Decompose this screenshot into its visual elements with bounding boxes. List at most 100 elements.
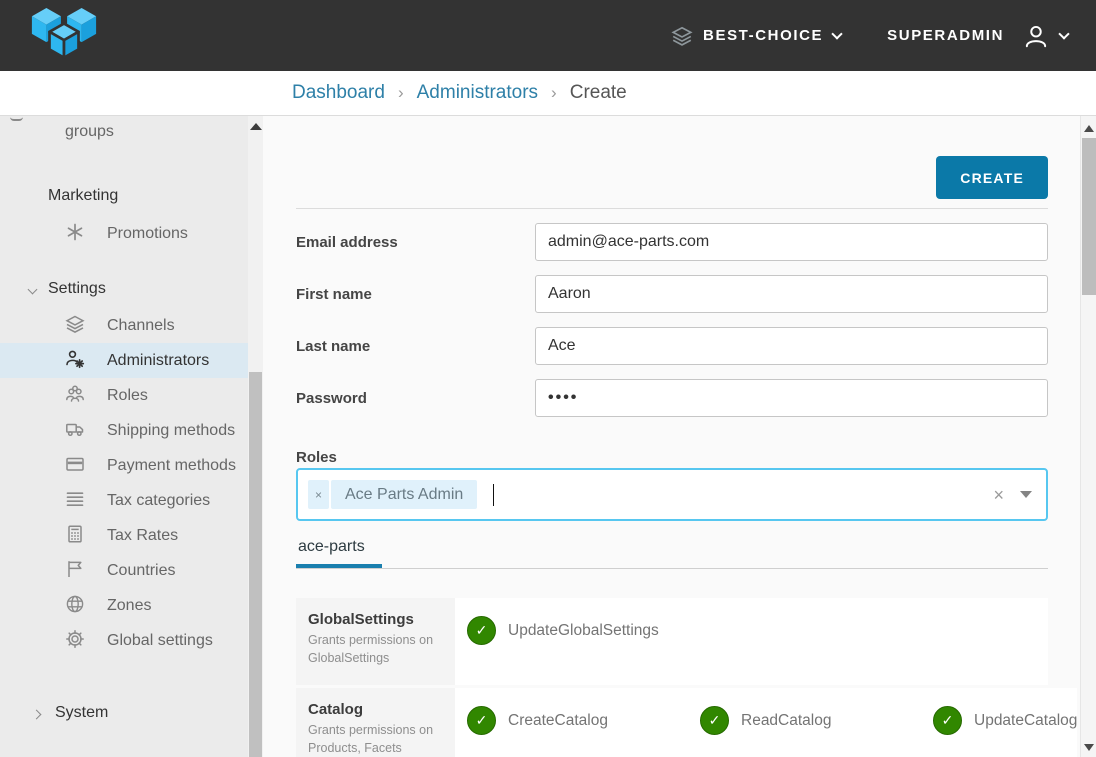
permission-row-globalsettings: GlobalSettings Grants permissions on Glo… <box>296 598 1048 685</box>
first-name-field[interactable] <box>535 275 1048 313</box>
channel-tabs: ace-parts <box>296 536 1048 569</box>
sidebar-item-label: Global settings <box>107 632 213 649</box>
chevron-down-icon <box>831 28 842 39</box>
sidebar-scrollbar[interactable] <box>248 116 263 757</box>
chevron-right-icon <box>32 710 42 720</box>
sidebar-item-label: Tax categories <box>107 492 210 509</box>
sidebar-item-roles[interactable]: Roles <box>0 378 248 413</box>
scroll-up-icon[interactable] <box>1081 116 1096 132</box>
permission-group-info: Catalog Grants permissions on Products, … <box>296 688 455 757</box>
form-row-last-name: Last name <box>296 327 1048 365</box>
sidebar-item-label: Shipping methods <box>107 422 235 439</box>
permission-group-name: GlobalSettings <box>308 611 443 628</box>
user-icon <box>1022 22 1050 50</box>
section-label: System <box>55 704 108 721</box>
sidebar-item-tax-rates[interactable]: Tax Rates <box>0 518 248 553</box>
check-icon: ✓ <box>933 706 962 735</box>
sidebar-section-marketing: Marketing <box>0 187 248 205</box>
sidebar-item-countries[interactable]: Countries <box>0 553 248 588</box>
breadcrumb-dashboard[interactable]: Dashboard <box>292 82 385 104</box>
layers-icon <box>671 25 693 47</box>
permission-row-catalog: Catalog Grants permissions on Products, … <box>296 688 1048 757</box>
permission-group-description: Grants permissions on GlobalSettings <box>308 632 443 667</box>
scroll-up-icon[interactable] <box>250 123 262 130</box>
sidebar-item-label: Tax Rates <box>107 527 178 544</box>
password-label: Password <box>296 390 535 407</box>
permission-group-description: Grants permissions on Products, Facets <box>308 722 443 757</box>
chevron-down-icon <box>1058 28 1069 39</box>
user-label: SUPERADMIN <box>887 27 1004 44</box>
cog-icon <box>65 629 85 649</box>
breadcrumb-separator: › <box>551 83 557 103</box>
sidebar-item-label: groups <box>65 123 114 140</box>
clear-selection-icon[interactable]: × <box>993 486 1004 504</box>
toolbar: CREATE <box>296 116 1048 209</box>
credit-card-icon <box>65 454 85 474</box>
sidebar-item-customer-groups-partial[interactable]: groups <box>0 119 248 144</box>
password-field[interactable] <box>535 379 1048 417</box>
users-icon <box>65 384 85 404</box>
section-label: Marketing <box>48 187 118 204</box>
sidebar-item-global-settings[interactable]: Global settings <box>0 623 248 658</box>
form-row-first-name: First name <box>296 275 1048 313</box>
check-icon: ✓ <box>700 706 729 735</box>
channel-switcher[interactable]: BEST-CHOICE <box>671 25 841 47</box>
first-name-label: First name <box>296 286 535 303</box>
sidebar-item-label: Zones <box>107 597 151 614</box>
breadcrumb-separator: › <box>398 83 404 103</box>
dropdown-caret-icon[interactable] <box>1020 491 1032 498</box>
toggle-label: CreateCatalog <box>508 712 608 730</box>
sidebar-item-tax-categories[interactable]: Tax categories <box>0 483 248 518</box>
sidebar-item-promotions[interactable]: Promotions <box>0 216 248 251</box>
roles-block: Roles × Ace Parts Admin × <box>296 449 1048 521</box>
toggle-label: ReadCatalog <box>741 712 831 730</box>
email-field[interactable] <box>535 223 1048 261</box>
last-name-label: Last name <box>296 338 535 355</box>
remove-chip-icon[interactable]: × <box>308 480 329 509</box>
layers-icon <box>65 314 85 334</box>
tab-ace-parts[interactable]: ace-parts <box>296 536 382 568</box>
toggle-updatecatalog[interactable]: ✓ UpdateCatalog <box>933 706 1077 735</box>
sidebar-section-settings[interactable]: Settings <box>0 280 248 298</box>
sidebar-section-system[interactable]: System <box>0 704 248 722</box>
sidebar-item-zones[interactable]: Zones <box>0 588 248 623</box>
main-scrollbar[interactable] <box>1080 116 1096 757</box>
section-label: Settings <box>48 280 106 297</box>
breadcrumb-administrators[interactable]: Administrators <box>417 82 538 104</box>
sidebar-item-label: Payment methods <box>107 457 236 474</box>
toggle-updateglobalsettings[interactable]: ✓ UpdateGlobalSettings <box>467 616 700 645</box>
roles-select[interactable]: × Ace Parts Admin × <box>296 468 1048 521</box>
sidebar: groups Marketing Promotions Settings Cha… <box>0 116 263 757</box>
top-bar: BEST-CHOICE SUPERADMIN <box>0 0 1096 71</box>
channel-label: BEST-CHOICE <box>703 27 823 44</box>
globe-icon <box>65 594 85 614</box>
app-logo[interactable] <box>28 6 100 66</box>
toggle-label: UpdateCatalog <box>974 712 1077 730</box>
toggle-label: UpdateGlobalSettings <box>508 622 659 640</box>
permission-group-name: Catalog <box>308 701 443 718</box>
sidebar-scrollbar-thumb[interactable] <box>249 372 262 757</box>
administrator-form: Email address First name Last name Passw… <box>296 223 1048 417</box>
sidebar-item-payment-methods[interactable]: Payment methods <box>0 448 248 483</box>
list-icon <box>65 489 85 509</box>
sidebar-item-label: Administrators <box>107 352 209 369</box>
user-menu[interactable]: SUPERADMIN <box>887 22 1068 50</box>
sidebar-item-label: Roles <box>107 387 148 404</box>
email-label: Email address <box>296 234 535 251</box>
sidebar-item-channels[interactable]: Channels <box>0 308 248 343</box>
main-content: CREATE Email address First name Last nam… <box>263 116 1080 757</box>
check-icon: ✓ <box>467 706 496 735</box>
sidebar-item-shipping-methods[interactable]: Shipping methods <box>0 413 248 448</box>
sidebar-item-administrators[interactable]: Administrators <box>0 343 248 378</box>
last-name-field[interactable] <box>535 327 1048 365</box>
toggle-readcatalog[interactable]: ✓ ReadCatalog <box>700 706 933 735</box>
sidebar-item-label: Promotions <box>107 225 188 242</box>
create-button[interactable]: CREATE <box>936 156 1048 199</box>
toggle-createcatalog[interactable]: ✓ CreateCatalog <box>467 706 700 735</box>
permissions-table: GlobalSettings Grants permissions on Glo… <box>296 598 1048 757</box>
scroll-down-icon[interactable] <box>1081 744 1096 751</box>
permission-group-info: GlobalSettings Grants permissions on Glo… <box>296 598 455 685</box>
administrator-icon <box>65 349 85 369</box>
main-scrollbar-thumb[interactable] <box>1082 138 1096 295</box>
breadcrumb: Dashboard › Administrators › Create <box>0 71 1096 116</box>
